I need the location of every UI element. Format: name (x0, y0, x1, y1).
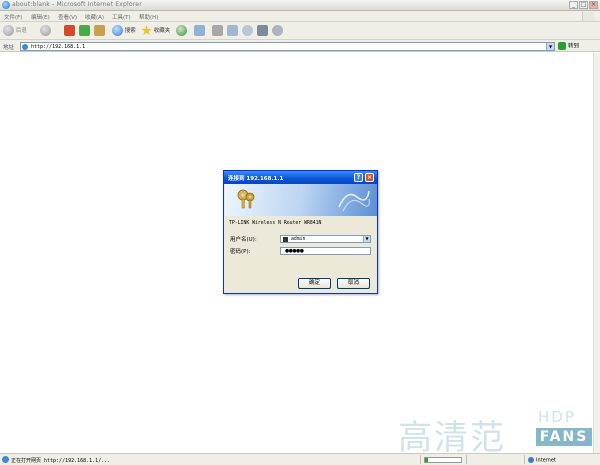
home-button[interactable] (94, 25, 105, 37)
watermark-hdp: HDP (538, 408, 576, 426)
edit-icon (227, 25, 238, 36)
dialog-banner (225, 184, 377, 216)
dialog-title-bar[interactable]: 连接到 192.168.1.1 ? × (224, 171, 377, 184)
zone-label: Internet (536, 457, 556, 464)
user-icon (283, 237, 288, 242)
watermark-logo: 高清范 HDP FANS (398, 408, 598, 458)
go-arrow-icon (558, 42, 566, 50)
refresh-icon (79, 25, 90, 36)
go-button[interactable]: 转到 (558, 42, 579, 51)
decorative-swirl (338, 190, 370, 212)
progress-bar (424, 457, 462, 463)
research-icon (257, 25, 268, 36)
forward-icon (40, 25, 51, 36)
address-url: http://192.168.1.1 (31, 44, 86, 50)
keys-icon (237, 189, 255, 209)
login-dialog: 连接到 192.168.1.1 ? × TP-LINK Wireless N R… (223, 170, 378, 294)
history-button[interactable] (176, 25, 187, 37)
progress-fill (425, 458, 428, 462)
print-button[interactable] (212, 25, 223, 37)
username-value: admin (291, 237, 306, 242)
watermark-fans: FANS (536, 428, 592, 446)
menu-help[interactable]: 帮助(H) (139, 13, 158, 21)
search-button[interactable]: 搜索 (112, 25, 136, 37)
cancel-button[interactable]: 取消 (337, 278, 370, 289)
forward-button[interactable] (40, 25, 51, 37)
address-dropdown-button[interactable]: ▼ (546, 43, 554, 50)
mail-button[interactable] (194, 25, 205, 37)
ie-logo-icon (2, 1, 10, 9)
browser-window: about:blank - Microsoft Internet Explore… (0, 0, 600, 465)
ok-button[interactable]: 确定 (298, 278, 331, 289)
vertical-scrollbar[interactable] (593, 53, 600, 453)
title-bar[interactable]: about:blank - Microsoft Internet Explore… (0, 0, 600, 11)
status-text: 正在打开网页 http://192.168.1.1/... (11, 458, 111, 464)
dialog-prompt: TP-LINK Wireless N Router WR841N (229, 221, 322, 226)
messenger-icon (272, 25, 283, 36)
status-divider (466, 455, 467, 464)
watermark-text: 高清范 (398, 418, 506, 458)
discuss-icon (242, 25, 253, 36)
close-window-button[interactable]: × (589, 1, 598, 9)
menu-bar: 文件(F) 编辑(E) 查看(V) 收藏(A) 工具(T) 帮助(H) (0, 11, 600, 22)
page-icon (22, 44, 28, 50)
favorites-icon (141, 25, 152, 36)
edit-button[interactable] (227, 25, 238, 37)
dialog-title: 连接到 192.168.1.1 (228, 176, 284, 182)
go-label: 转到 (568, 43, 580, 50)
messenger-button[interactable] (272, 25, 283, 37)
maximize-button[interactable]: □ (579, 1, 588, 9)
favorites-button[interactable]: 收藏夹 (141, 25, 170, 37)
back-icon (3, 25, 14, 36)
print-icon (212, 25, 223, 36)
menu-favorites[interactable]: 收藏(A) (85, 13, 104, 21)
security-zone: Internet (528, 457, 556, 464)
back-label: 后退 (15, 28, 27, 34)
address-label: 地址 (3, 45, 15, 51)
minimize-button[interactable]: _ (569, 1, 578, 9)
window-title: about:blank - Microsoft Internet Explore… (12, 1, 142, 8)
toolbar: 后退 搜索 收藏夹 (0, 22, 600, 40)
search-icon (112, 25, 123, 36)
stop-button[interactable] (64, 25, 75, 37)
home-icon (94, 25, 105, 36)
mail-icon (194, 25, 205, 36)
password-value: ●●●●● (285, 249, 304, 254)
favorites-label: 收藏夹 (153, 28, 171, 34)
internet-zone-icon (528, 457, 534, 463)
password-label: 密码(P): (230, 249, 251, 255)
help-button[interactable]: ? (354, 173, 363, 182)
username-label: 用户名(U): (230, 237, 257, 243)
dialog-close-button[interactable]: × (365, 173, 374, 182)
search-label: 搜索 (124, 28, 136, 34)
address-input[interactable]: http://192.168.1.1 ▼ (20, 42, 555, 51)
status-divider (524, 455, 525, 464)
refresh-button[interactable] (79, 25, 90, 37)
stop-icon (64, 25, 75, 36)
menu-tools[interactable]: 工具(T) (112, 13, 131, 21)
username-field[interactable]: admin ▼ (280, 235, 371, 243)
address-bar: 地址 http://192.168.1.1 ▼ 转到 (0, 40, 600, 52)
history-icon (176, 25, 187, 36)
menu-edit[interactable]: 编辑(E) (31, 13, 50, 21)
password-field[interactable]: ●●●●● (280, 247, 371, 255)
menu-view[interactable]: 查看(V) (58, 13, 77, 21)
back-button[interactable]: 后退 (3, 25, 27, 37)
status-bar: 正在打开网页 http://192.168.1.1/... Internet (0, 453, 600, 465)
windows-logo-icon (582, 12, 594, 21)
status-divider (420, 455, 421, 464)
research-button[interactable] (257, 25, 268, 37)
loading-page-icon (2, 456, 9, 463)
menu-file[interactable]: 文件(F) (4, 13, 22, 21)
discuss-button[interactable] (242, 25, 253, 37)
username-dropdown-button[interactable]: ▼ (363, 236, 370, 242)
